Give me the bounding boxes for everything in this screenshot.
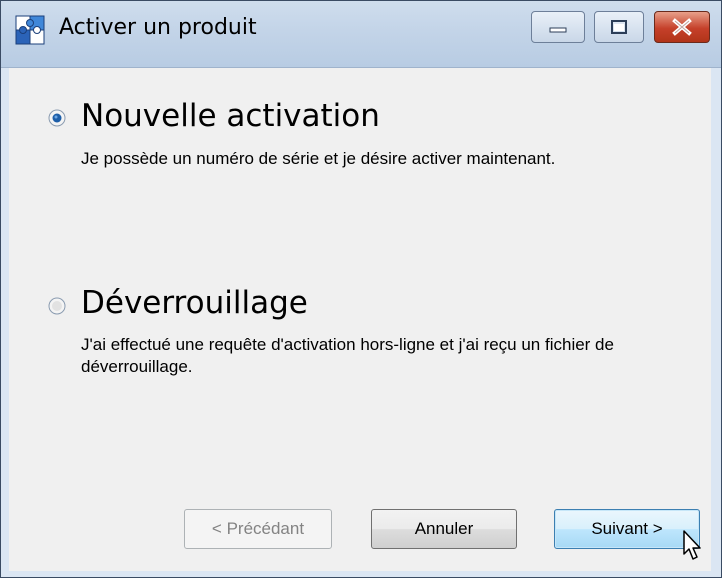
option-title: Nouvelle activation (81, 98, 380, 134)
next-button[interactable]: Suivant > (554, 509, 700, 549)
close-button[interactable] (654, 11, 710, 43)
window-title: Activer un produit (59, 15, 257, 40)
option-title: Déverrouillage (81, 285, 308, 321)
minimize-icon (548, 21, 568, 33)
mouse-pointer-icon (683, 530, 705, 562)
option-description: Je possède un numéro de série et je dési… (81, 149, 556, 168)
previous-button[interactable]: < Précédant (184, 509, 332, 549)
cancel-button[interactable]: Annuler (371, 509, 517, 549)
close-icon (671, 18, 693, 36)
option-description: J'ai effectué une requête d'activation h… (81, 335, 614, 376)
radio-unselected-icon[interactable] (48, 297, 66, 315)
minimize-button[interactable] (531, 11, 585, 43)
dialog-content: Nouvelle activation Je possède un numéro… (9, 68, 711, 571)
maximize-button[interactable] (594, 11, 644, 43)
maximize-icon (610, 19, 628, 35)
title-bar[interactable]: Activer un produit (1, 1, 721, 68)
puzzle-icon (14, 14, 48, 48)
radio-selected-icon[interactable] (48, 109, 66, 127)
activation-dialog: Activer un produit Nouvelle activation J… (0, 0, 722, 578)
